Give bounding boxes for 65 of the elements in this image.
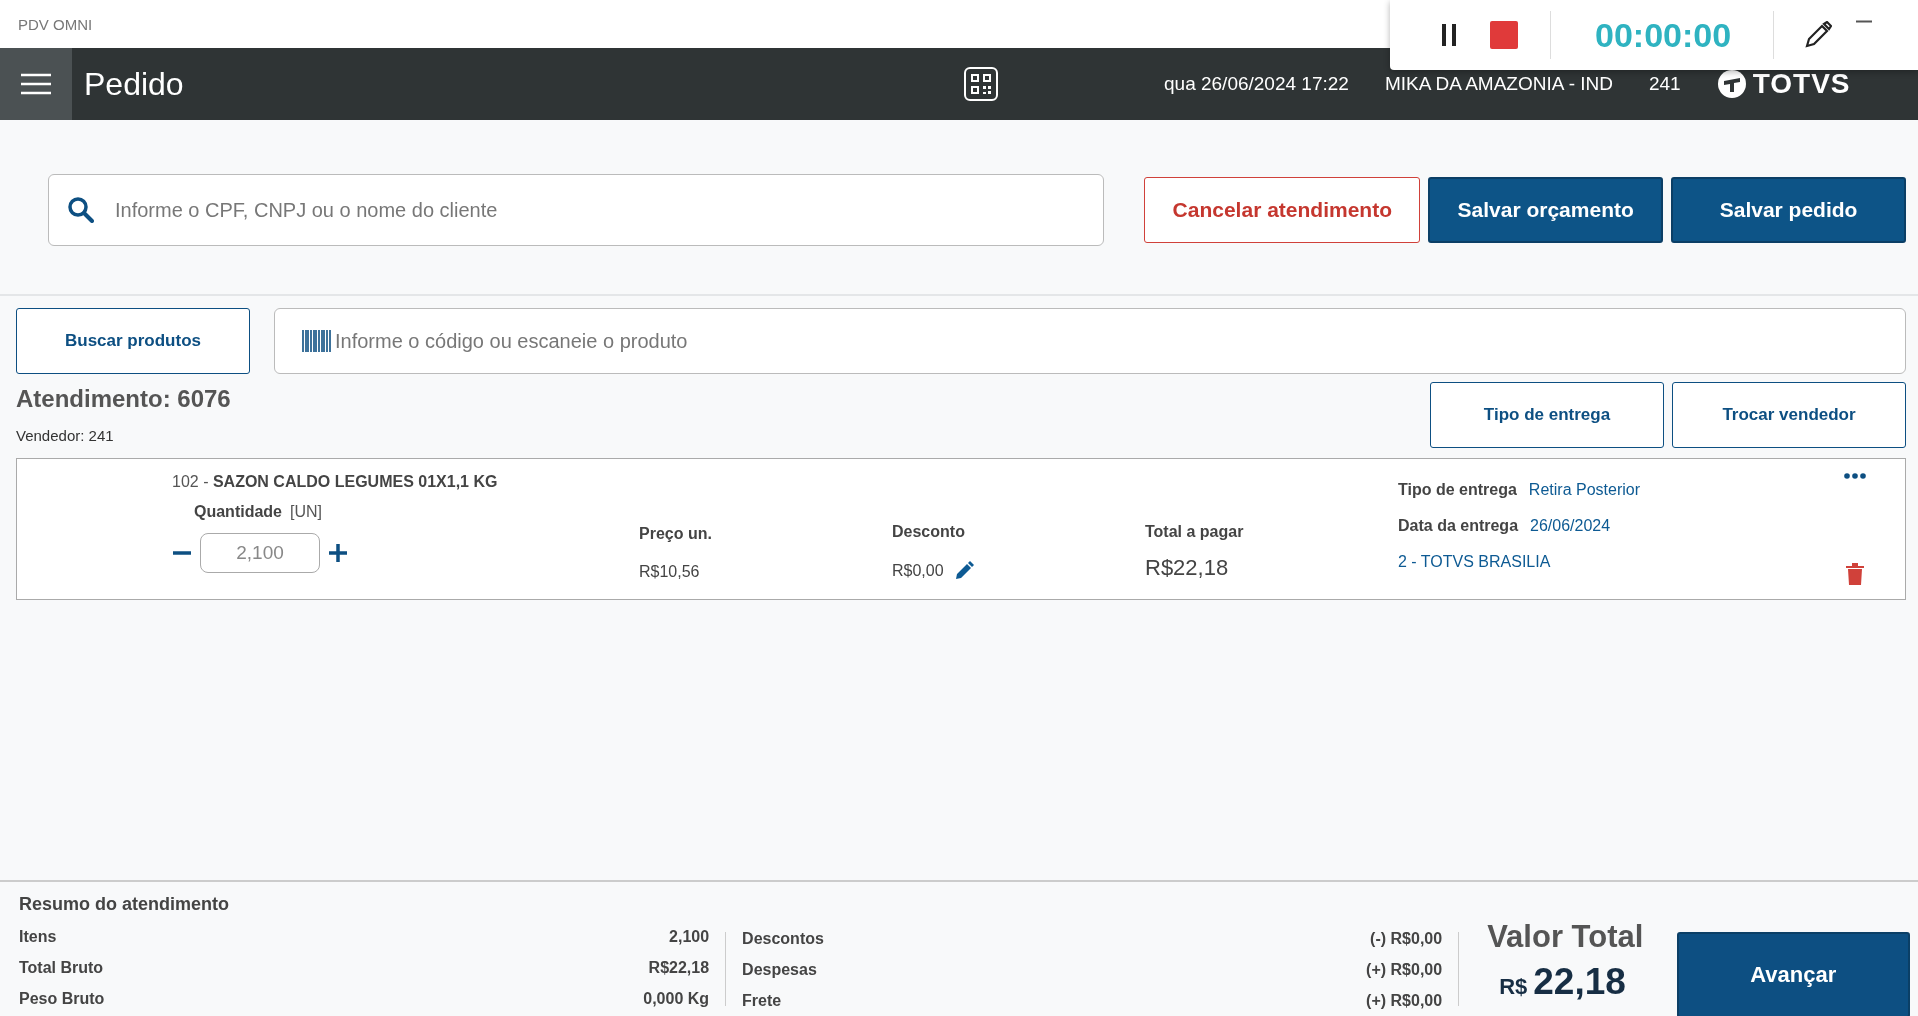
pencil-icon[interactable] xyxy=(953,561,974,581)
delivery-type-label: Tipo de entrega xyxy=(1398,481,1517,499)
summary-value: 0,000 Kg xyxy=(643,989,710,1008)
total-title: Valor Total xyxy=(1487,919,1644,955)
summary-label: Peso Bruto xyxy=(19,989,105,1008)
menu-icon xyxy=(21,73,51,95)
pause-button[interactable] xyxy=(1440,24,1458,46)
summary-label: Frete xyxy=(742,991,782,1010)
summary-label: Itens xyxy=(19,927,57,946)
search-products-button[interactable]: Buscar produtos xyxy=(16,308,250,374)
qr-code-icon[interactable] xyxy=(964,67,998,101)
summary-label: Descontos xyxy=(742,929,824,948)
summary-label: Despesas xyxy=(742,960,817,979)
summary-value: R$22,18 xyxy=(648,958,710,977)
total-value: R$22,18 xyxy=(1145,555,1230,581)
more-icon[interactable] xyxy=(1844,473,1866,479)
price-label: Preço un. xyxy=(639,525,713,543)
attendance-title: Atendimento: 6076 xyxy=(16,385,232,413)
plus-icon[interactable] xyxy=(328,543,348,563)
attendance-action-button[interactable]: Tipo de entrega xyxy=(1430,382,1664,448)
page-title: Pedido xyxy=(84,65,185,103)
product-code-field[interactable]: Informe o código ou escaneie o produto xyxy=(274,308,1906,374)
delivery-date-value: 26/06/2024 xyxy=(1530,517,1611,535)
terminal-number: 241 xyxy=(1648,73,1681,95)
grand-total: 22,18 xyxy=(1533,961,1626,1003)
brand-logo: TOTVS xyxy=(1752,68,1851,100)
summary-value: 2,100 xyxy=(669,927,710,946)
customer-search-field[interactable]: Informe o CPF, CNPJ ou o nome do cliente xyxy=(48,174,1105,246)
summary-label: Total Bruto xyxy=(19,958,104,977)
barcode-icon xyxy=(302,330,332,352)
stop-icon xyxy=(1490,21,1518,49)
action-button[interactable]: Salvar orçamento xyxy=(1428,177,1664,243)
minimize-button[interactable] xyxy=(1856,20,1873,23)
delivery-type-value: Retira Posterior xyxy=(1528,481,1640,499)
summary-value: (+) R$0,00 xyxy=(1366,991,1443,1010)
action-button[interactable]: Cancelar atendimento xyxy=(1144,177,1421,243)
menu-button[interactable] xyxy=(0,48,72,120)
unit-price: R$10,56 xyxy=(639,563,700,581)
attendance-action-button[interactable]: Trocar vendedor xyxy=(1672,382,1906,448)
summary-value: (+) R$0,00 xyxy=(1366,960,1443,979)
trash-icon[interactable] xyxy=(1846,563,1864,585)
app-title: PDV OMNI xyxy=(18,15,93,33)
recording-timer: 00:00:00 xyxy=(1595,15,1732,55)
date-time: qua 26/06/2024 17:22 xyxy=(1164,73,1349,95)
seller-label: Vendedor: 241 xyxy=(16,427,114,444)
search-icon xyxy=(68,197,94,223)
next-button[interactable]: Avançar xyxy=(1676,932,1910,1016)
quantity-label: Quantidade xyxy=(194,503,282,521)
store-name: MIKA DA AMAZONIA - IND xyxy=(1384,73,1613,95)
minimize-icon xyxy=(1856,20,1873,23)
unit-label: [UN] xyxy=(290,503,322,521)
quantity-field[interactable]: 2,100 xyxy=(200,533,320,573)
summary-title: Resumo do atendimento xyxy=(19,894,229,915)
summary-value: (-) R$0,00 xyxy=(1370,929,1443,948)
pause-icon xyxy=(1440,24,1458,46)
pen-button[interactable] xyxy=(1804,21,1833,49)
discount-value: R$0,00 xyxy=(892,562,944,580)
branch-link[interactable]: 2 - TOTVS BRASILIA xyxy=(1398,553,1551,571)
delivery-date-label: Data da entrega xyxy=(1398,517,1519,535)
total-label: Total a pagar xyxy=(1145,523,1245,541)
pen-icon xyxy=(1804,21,1833,49)
discount-label: Desconto xyxy=(892,523,966,541)
currency-label: R$ xyxy=(1499,974,1528,1000)
action-button[interactable]: Salvar pedido xyxy=(1671,177,1906,243)
product-title: 102 - SAZON CALDO LEGUMES 01X1,1 KG xyxy=(172,473,499,491)
